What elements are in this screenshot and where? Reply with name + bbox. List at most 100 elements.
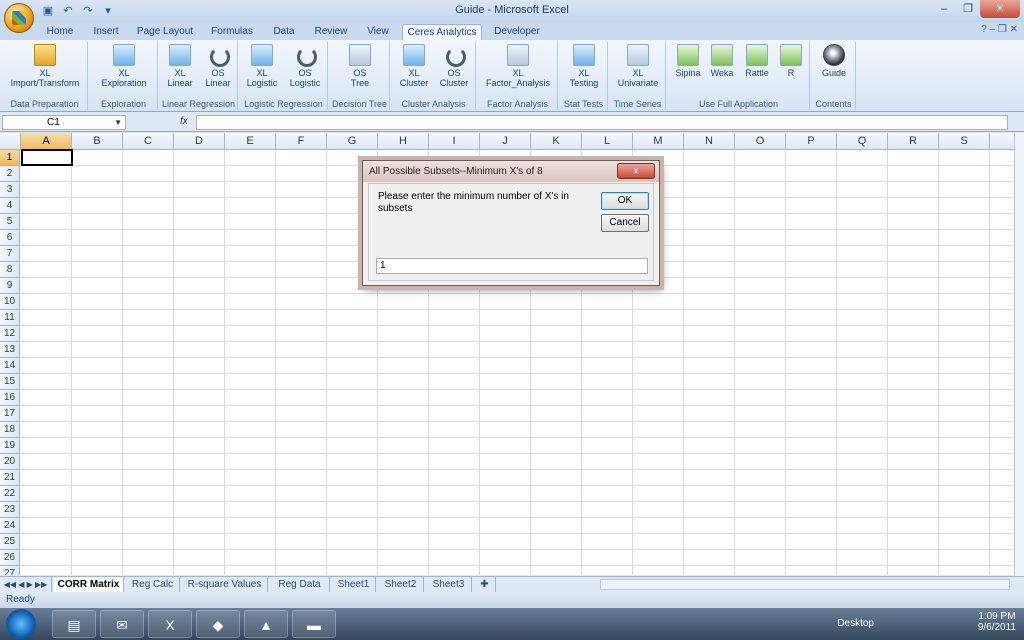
column-header-s[interactable]: S — [939, 133, 990, 150]
column-header-j[interactable]: J — [480, 133, 531, 150]
r-button[interactable]: R — [776, 44, 806, 78]
row-header-15[interactable]: 15 — [0, 374, 20, 390]
start-button[interactable] — [6, 609, 36, 639]
row-header-19[interactable]: 19 — [0, 438, 20, 454]
row-header-16[interactable]: 16 — [0, 390, 20, 406]
chevron-down-icon[interactable]: ▼ — [114, 116, 122, 129]
xl-univariate-button[interactable]: XL Univariate — [612, 44, 664, 88]
cmd-taskbar-icon[interactable]: ▬ — [292, 610, 336, 638]
help-icon[interactable]: ? – ❐ ✕ — [981, 24, 1018, 35]
insert-sheet-icon[interactable]: ✚ — [474, 577, 496, 592]
row-header-13[interactable]: 13 — [0, 342, 20, 358]
guide-button[interactable]: Guide — [816, 44, 852, 78]
horizontal-scrollbar[interactable] — [600, 579, 1010, 590]
column-header-b[interactable]: B — [72, 133, 123, 150]
select-all-corner[interactable] — [0, 133, 21, 150]
sheet-tab-sheet3[interactable]: Sheet3 — [426, 577, 472, 592]
row-header-18[interactable]: 18 — [0, 422, 20, 438]
xl-testing-button[interactable]: XL Testing — [562, 44, 606, 88]
column-header-r[interactable]: R — [888, 133, 939, 150]
column-header-q[interactable]: Q — [837, 133, 888, 150]
row-header-25[interactable]: 25 — [0, 534, 20, 550]
row-header-4[interactable]: 4 — [0, 198, 20, 214]
sheet-nav-arrows-icon[interactable]: ◀◀ ◀ ▶ ▶▶ — [0, 577, 52, 592]
column-header-h[interactable]: H — [378, 133, 429, 150]
row-header-3[interactable]: 3 — [0, 182, 20, 198]
name-box[interactable]: C1 ▼ — [2, 115, 126, 130]
row-header-9[interactable]: 9 — [0, 278, 20, 294]
tab-ceres-analytics[interactable]: Ceres Analytics — [402, 24, 482, 40]
os-cluster-button[interactable]: OS Cluster — [434, 44, 474, 88]
xl-exploration-button[interactable]: XL Exploration — [94, 44, 154, 88]
sheet-tab-sheet1[interactable]: Sheet1 — [332, 577, 376, 592]
column-header-m[interactable]: M — [633, 133, 684, 150]
clock-time[interactable]: 1:09 PM — [978, 611, 1016, 622]
sheet-tab-reg-data[interactable]: Reg Data — [270, 577, 330, 592]
row-header-20[interactable]: 20 — [0, 454, 20, 470]
sheet-tab-r-square-values[interactable]: R-square Values — [182, 577, 268, 592]
tab-formulas[interactable]: Formulas — [206, 24, 258, 40]
office-button[interactable] — [4, 3, 34, 33]
active-cell[interactable] — [21, 149, 73, 166]
row-header-24[interactable]: 24 — [0, 518, 20, 534]
pdf-taskbar-icon[interactable]: ▲ — [244, 610, 288, 638]
tab-insert[interactable]: Insert — [86, 24, 126, 40]
tab-data[interactable]: Data — [266, 24, 302, 40]
vertical-scrollbar[interactable] — [1014, 133, 1024, 577]
os-linear-button[interactable]: OS Linear — [200, 44, 236, 88]
rattle-button[interactable]: Rattle — [740, 44, 774, 78]
row-header-12[interactable]: 12 — [0, 326, 20, 342]
cancel-button[interactable]: Cancel — [601, 214, 649, 232]
column-header-d[interactable]: D — [174, 133, 225, 150]
dialog-close-button[interactable]: x — [617, 163, 655, 179]
restore-button[interactable]: ❐ — [956, 0, 980, 18]
desktop-toolbar[interactable]: Desktop — [837, 618, 874, 629]
explorer-taskbar-icon[interactable]: ▤ — [52, 610, 96, 638]
column-header-f[interactable]: F — [276, 133, 327, 150]
column-header-i[interactable]: I — [429, 133, 480, 150]
row-header-1[interactable]: 1 — [0, 150, 20, 166]
column-header-n[interactable]: N — [684, 133, 735, 150]
xl-factor-analysis-button[interactable]: XL Factor_Analysis — [480, 44, 556, 88]
row-header-10[interactable]: 10 — [0, 294, 20, 310]
clock-date[interactable]: 9/6/2011 — [978, 622, 1016, 633]
sipina-button[interactable]: Sipina — [672, 44, 704, 78]
ok-button[interactable]: OK — [601, 192, 649, 210]
row-header-17[interactable]: 17 — [0, 406, 20, 422]
weka-button[interactable]: Weka — [706, 44, 738, 78]
tab-home[interactable]: Home — [40, 24, 80, 40]
row-header-27[interactable]: 27 — [0, 566, 20, 575]
column-header-a[interactable]: A — [21, 133, 72, 150]
column-header-o[interactable]: O — [735, 133, 786, 150]
row-header-8[interactable]: 8 — [0, 262, 20, 278]
xl-cluster-button[interactable]: XL Cluster — [394, 44, 434, 88]
xl-import-transform-button[interactable]: XL Import/Transform — [6, 44, 84, 88]
minimize-button[interactable]: – — [932, 0, 956, 18]
row-header-22[interactable]: 22 — [0, 486, 20, 502]
column-header-e[interactable]: E — [225, 133, 276, 150]
row-header-6[interactable]: 6 — [0, 230, 20, 246]
column-header-c[interactable]: C — [123, 133, 174, 150]
outlook-taskbar-icon[interactable]: ✉ — [100, 610, 144, 638]
row-header-2[interactable]: 2 — [0, 166, 20, 182]
insert-function-button[interactable]: fx — [180, 116, 188, 127]
os-tree-button[interactable]: OS Tree — [336, 44, 384, 88]
row-header-14[interactable]: 14 — [0, 358, 20, 374]
tab-developer[interactable]: Developer — [488, 24, 546, 40]
sheet-tab-sheet2[interactable]: Sheet2 — [378, 577, 424, 592]
sheet-tab-corr-matrix[interactable]: CORR Matrix — [54, 577, 124, 592]
row-header-21[interactable]: 21 — [0, 470, 20, 486]
row-header-23[interactable]: 23 — [0, 502, 20, 518]
row-header-7[interactable]: 7 — [0, 246, 20, 262]
row-header-5[interactable]: 5 — [0, 214, 20, 230]
row-header-26[interactable]: 26 — [0, 550, 20, 566]
column-header-k[interactable]: K — [531, 133, 582, 150]
column-header-g[interactable]: G — [327, 133, 378, 150]
column-header-p[interactable]: P — [786, 133, 837, 150]
xl-linear-button[interactable]: XL Linear — [162, 44, 198, 88]
xl-logistic-button[interactable]: XL Logistic — [242, 44, 282, 88]
os-logistic-button[interactable]: OS Logistic — [284, 44, 326, 88]
close-button[interactable]: ✕ — [980, 0, 1020, 18]
browser-taskbar-icon[interactable]: ◆ — [196, 610, 240, 638]
formula-input[interactable] — [196, 115, 1008, 130]
